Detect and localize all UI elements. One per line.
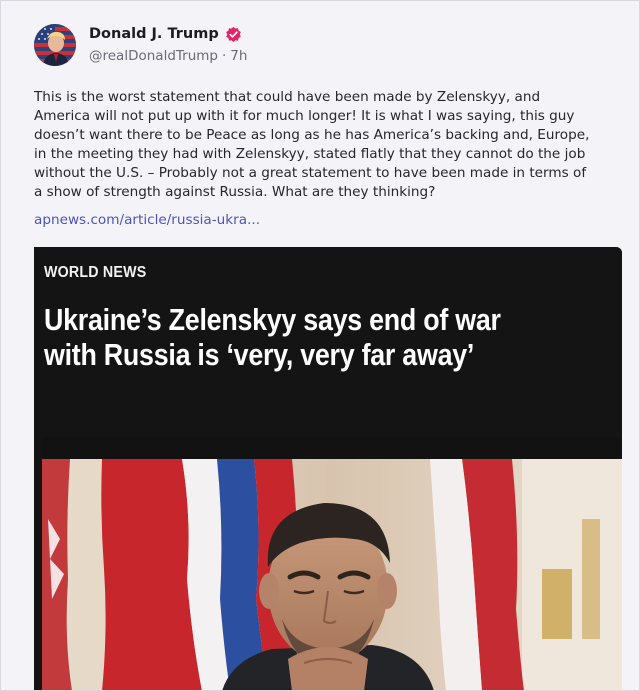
author-handle[interactable]: @realDonaldTrump bbox=[89, 48, 218, 64]
author-meta: @realDonaldTrump · 7h bbox=[89, 48, 247, 64]
post-body-line: America will not put up with it for much… bbox=[34, 108, 575, 124]
post-timestamp[interactable]: 7h bbox=[230, 48, 247, 64]
card-headline: Ukraine’s Zelenskyy says end of war with… bbox=[44, 303, 590, 373]
card-divider bbox=[34, 437, 622, 459]
verified-badge-icon bbox=[225, 26, 242, 43]
card-kicker: WORLD NEWS bbox=[44, 264, 147, 281]
article-link[interactable]: apnews.com/article/russia-ukra... bbox=[34, 212, 260, 228]
avatar-image bbox=[34, 24, 76, 66]
link-preview-card[interactable]: WORLD NEWS Ukraine’s Zelenskyy says end … bbox=[34, 247, 622, 691]
meta-separator: · bbox=[221, 48, 227, 64]
author-name-row: Donald J. Trump bbox=[89, 24, 242, 44]
card-headline-line: Ukraine’s Zelenskyy says end of war bbox=[44, 303, 501, 337]
author-avatar[interactable] bbox=[34, 24, 76, 66]
post-body-line: without the U.S. – Probably not a great … bbox=[34, 165, 587, 181]
post-body: This is the worst statement that could h… bbox=[34, 88, 630, 202]
post-body-line: This is the worst statement that could h… bbox=[34, 89, 541, 105]
post-body-line: in the meeting they had with Zelenskyy, … bbox=[34, 146, 586, 162]
post-body-line: doesn’t want there to be Peace as long a… bbox=[34, 127, 590, 143]
news-photo bbox=[42, 459, 622, 691]
card-headline-line: with Russia is ‘very, very far away’ bbox=[44, 338, 475, 372]
author-display-name[interactable]: Donald J. Trump bbox=[89, 26, 219, 42]
truth-social-post: Donald J. Trump @realDonaldTrump · 7h Th… bbox=[0, 0, 640, 691]
post-body-line: a show of strength against Russia. What … bbox=[34, 184, 436, 200]
card-left-edge bbox=[34, 247, 42, 527]
